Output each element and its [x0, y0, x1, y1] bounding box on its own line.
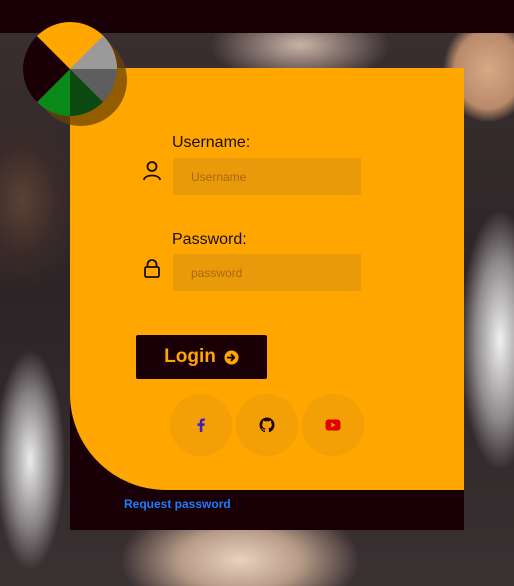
- youtube-icon: [325, 419, 341, 431]
- facebook-icon: [197, 418, 205, 432]
- lock-icon: [144, 259, 160, 278]
- login-button[interactable]: Login: [136, 335, 267, 379]
- youtube-button[interactable]: [302, 394, 364, 456]
- facebook-button[interactable]: [170, 394, 232, 456]
- user-icon: [143, 161, 161, 181]
- login-label: Login: [164, 346, 216, 367]
- github-icon: [259, 417, 275, 433]
- login-card: [70, 68, 464, 530]
- logo-icon: [23, 22, 127, 126]
- password-label: Password:: [172, 231, 247, 248]
- password-input[interactable]: [173, 254, 361, 291]
- username-label: Username:: [172, 134, 251, 151]
- request-password-link[interactable]: Request password: [124, 497, 231, 511]
- github-button[interactable]: [236, 394, 298, 456]
- username-input[interactable]: [173, 158, 361, 195]
- arrow-right-circle-icon: [224, 349, 239, 365]
